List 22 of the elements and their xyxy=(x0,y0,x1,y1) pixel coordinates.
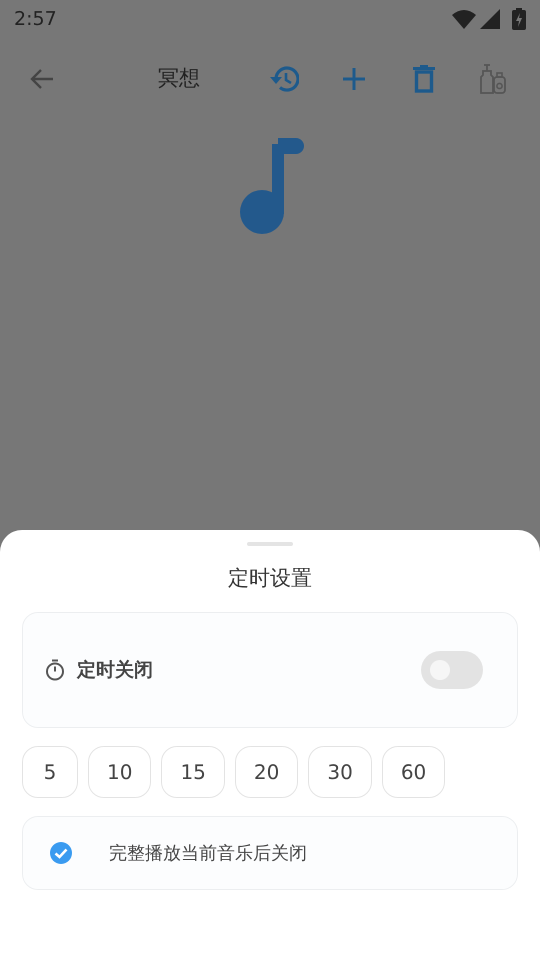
signal-icon xyxy=(480,9,500,29)
status-time: 2:57 xyxy=(14,6,57,32)
duration-chip[interactable]: 5 xyxy=(22,746,78,798)
duration-chip[interactable]: 60 xyxy=(382,746,446,798)
music-note-icon xyxy=(240,136,306,236)
plus-icon[interactable] xyxy=(342,67,366,91)
page-title: 冥想 xyxy=(158,65,200,92)
sheet-title: 定时设置 xyxy=(227,565,313,592)
duration-chip[interactable]: 15 xyxy=(161,746,225,798)
trash-icon[interactable] xyxy=(413,65,435,93)
wifi-icon xyxy=(452,9,476,29)
back-arrow-icon[interactable] xyxy=(29,67,55,91)
duration-chip[interactable]: 20 xyxy=(234,746,298,798)
stopwatch-icon xyxy=(45,659,65,681)
history-icon[interactable] xyxy=(269,65,299,93)
option-label: 完整播放当前音乐后关闭 xyxy=(109,842,307,866)
timer-label: 定时关闭 xyxy=(77,658,153,683)
checkbox[interactable] xyxy=(49,841,73,865)
duration-chip[interactable]: 10 xyxy=(88,746,152,798)
battery-icon xyxy=(512,8,526,30)
duration-chip[interactable]: 30 xyxy=(308,746,372,798)
timer-toggle[interactable] xyxy=(421,651,483,689)
